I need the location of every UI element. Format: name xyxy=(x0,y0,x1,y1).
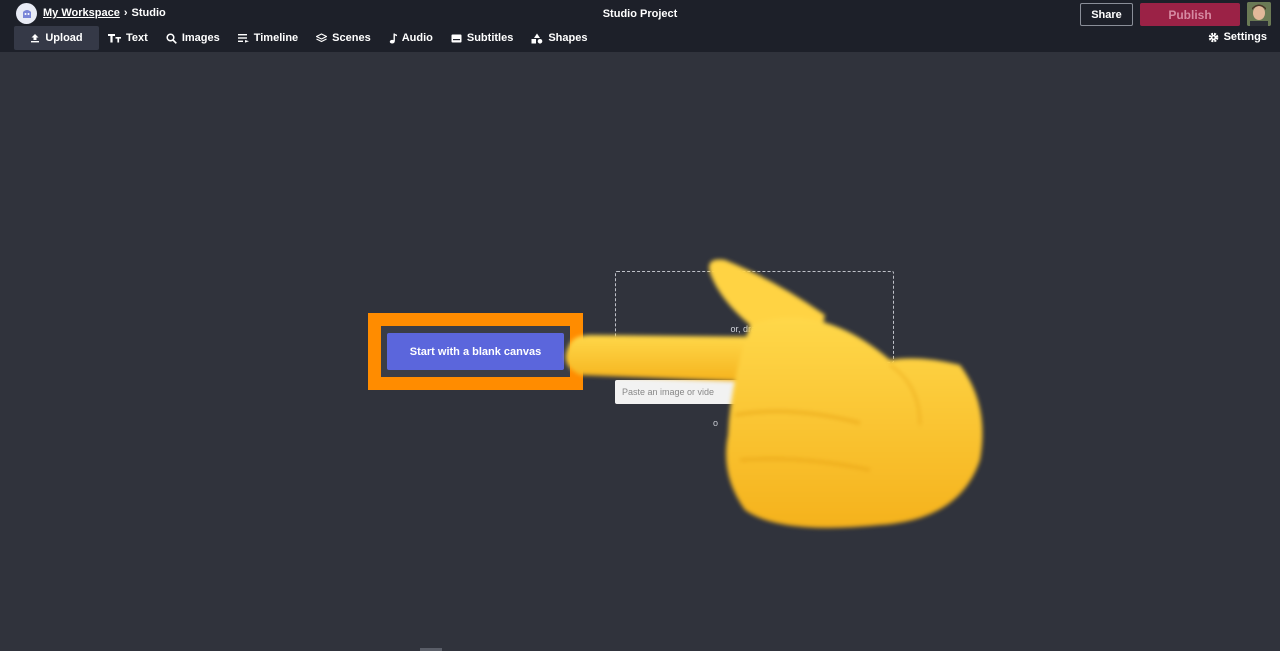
text-icon xyxy=(108,34,121,43)
settings-label: Settings xyxy=(1223,31,1267,43)
avatar[interactable] xyxy=(1247,2,1271,26)
tab-images-label: Images xyxy=(181,32,220,44)
breadcrumb-workspace-link[interactable]: My Workspace xyxy=(43,7,120,19)
tab-text[interactable]: Text xyxy=(99,26,157,50)
tab-shapes-label: Shapes xyxy=(548,32,588,44)
upload-icon xyxy=(31,34,40,43)
tab-text-label: Text xyxy=(126,32,148,44)
breadcrumb-separator: › xyxy=(123,7,128,19)
tab-shapes[interactable]: Shapes xyxy=(522,26,596,50)
tab-timeline-label: Timeline xyxy=(253,32,299,44)
project-title[interactable]: Studio Project xyxy=(603,8,678,20)
tab-images[interactable]: Images xyxy=(157,26,229,50)
tab-upload[interactable]: Upload xyxy=(14,26,99,50)
breadcrumb-current: Studio xyxy=(131,7,166,19)
gear-icon xyxy=(1208,32,1218,42)
tab-scenes-label: Scenes xyxy=(332,32,371,44)
search-icon xyxy=(166,32,177,44)
timeline-icon xyxy=(237,34,249,43)
tab-subtitles-label: Subtitles xyxy=(466,32,514,44)
tab-timeline[interactable]: Timeline xyxy=(229,26,307,50)
toolbar: Upload Text Images Timeline Scenes Audio… xyxy=(14,26,596,50)
settings-button[interactable]: Settings xyxy=(1208,31,1267,43)
top-bar: My Workspace › Studio Studio Project Sha… xyxy=(0,0,1280,52)
tab-audio[interactable]: Audio xyxy=(380,26,442,50)
shapes-icon xyxy=(531,33,543,44)
publish-button[interactable]: Publish xyxy=(1140,3,1240,26)
workspace-logo-icon[interactable] xyxy=(16,3,37,24)
breadcrumb: My Workspace › Studio xyxy=(43,7,166,19)
layers-icon xyxy=(316,32,328,42)
pointing-hand-icon xyxy=(565,259,983,528)
tab-subtitles[interactable]: Subtitles xyxy=(442,26,522,50)
tab-audio-label: Audio xyxy=(401,32,433,44)
tab-scenes[interactable]: Scenes xyxy=(307,26,380,50)
music-note-icon xyxy=(389,33,397,43)
subtitles-icon xyxy=(451,34,462,42)
tab-upload-label: Upload xyxy=(45,32,83,44)
blank-canvas-button[interactable]: Start with a blank canvas xyxy=(387,333,564,370)
share-button[interactable]: Share xyxy=(1080,3,1133,26)
